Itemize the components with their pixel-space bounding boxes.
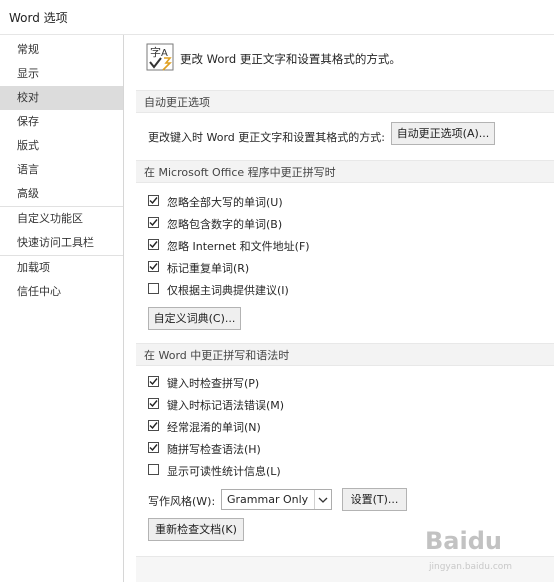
checkbox-box[interactable] <box>148 217 159 228</box>
proofing-abc-check-icon: 字 A <box>146 43 174 71</box>
checkbox-box[interactable] <box>148 195 159 206</box>
sidebar-item-display[interactable]: 显示 <box>0 62 123 86</box>
check-icon <box>149 444 158 452</box>
check-icon <box>149 197 158 205</box>
section-header-office: 在 Microsoft Office 程序中更正拼写时 <box>136 160 554 183</box>
sidebar-item-proofing[interactable]: 校对 <box>0 86 123 110</box>
checkbox-label: 显示可读性统计信息(L) <box>167 465 281 478</box>
proofing-panel: 字 A 更改 Word 更正文字和设置其格式的方式。 自动更正选项 更改键入时 … <box>124 35 554 582</box>
sidebar-item-advanced[interactable]: 高级 <box>0 182 123 206</box>
sidebar-item-addins[interactable]: 加载项 <box>0 255 123 280</box>
check-icon <box>149 378 158 386</box>
checkbox-label: 经常混淆的单词(N) <box>167 421 261 434</box>
checkbox-box[interactable] <box>148 261 159 272</box>
check-icon <box>149 241 158 249</box>
writing-style-value: Grammar Only <box>227 493 309 506</box>
checkbox-box[interactable] <box>148 398 159 409</box>
sidebar-item-language[interactable]: 语言 <box>0 158 123 182</box>
writing-style-label: 写作风格(W): <box>148 495 216 508</box>
sidebar-item-customize-ribbon[interactable]: 自定义功能区 <box>0 206 123 231</box>
autocorrect-options-button[interactable]: 自动更正选项(A)... <box>391 122 495 145</box>
checkbox-box[interactable] <box>148 376 159 387</box>
recheck-document-button[interactable]: 重新检查文档(K) <box>148 518 244 541</box>
check-icon <box>149 263 158 271</box>
watermark-logo: Baidu <box>425 527 502 555</box>
baidu-watermark: Baidu jingyan.baidu.com <box>425 527 550 577</box>
check-icon <box>149 422 158 430</box>
sidebar: 常规 显示 校对 保存 版式 语言 高级 自定义功能区 快速访问工具栏 加载项 … <box>0 35 124 582</box>
svg-text:字: 字 <box>150 45 161 59</box>
checkbox-box[interactable] <box>148 420 159 431</box>
checkbox-label: 随拼写检查语法(H) <box>167 443 261 456</box>
checkbox-label: 键入时检查拼写(P) <box>167 377 260 390</box>
checkbox-label: 键入时标记语法错误(M) <box>167 399 285 412</box>
checkbox-label: 仅根据主词典提供建议(I) <box>167 284 289 297</box>
checkbox-label: 忽略全部大写的单词(U) <box>167 196 283 209</box>
check-icon <box>149 219 158 227</box>
window-title: Word 选项 <box>9 11 68 25</box>
checkbox-box[interactable] <box>148 283 159 294</box>
section-header-autocorrect: 自动更正选项 <box>136 90 554 113</box>
chevron-down-icon[interactable] <box>314 490 331 509</box>
sidebar-item-quick-access[interactable]: 快速访问工具栏 <box>0 231 123 255</box>
autocorrect-label: 更改键入时 Word 更正文字和设置其格式的方式: <box>148 131 385 144</box>
writing-style-select[interactable]: Grammar Only <box>221 489 332 510</box>
sidebar-item-trust-center[interactable]: 信任中心 <box>0 280 123 304</box>
checkbox-box[interactable] <box>148 239 159 250</box>
section-header-word: 在 Word 中更正拼写和语法时 <box>136 343 554 366</box>
custom-dictionaries-button[interactable]: 自定义词典(C)... <box>148 307 241 330</box>
checkbox-label: 忽略包含数字的单词(B) <box>167 218 283 231</box>
sidebar-item-save[interactable]: 保存 <box>0 110 123 134</box>
intro-text: 更改 Word 更正文字和设置其格式的方式。 <box>180 52 401 66</box>
title-bar: Word 选项 <box>0 0 554 35</box>
checkbox-box[interactable] <box>148 464 159 475</box>
checkbox-label: 标记重复单词(R) <box>167 262 250 275</box>
check-icon <box>149 400 158 408</box>
checkbox-box[interactable] <box>148 442 159 453</box>
checkbox-label: 忽略 Internet 和文件地址(F) <box>167 240 310 253</box>
settings-button[interactable]: 设置(T)... <box>342 488 407 511</box>
sidebar-item-general[interactable]: 常规 <box>0 38 123 62</box>
watermark-url: jingyan.baidu.com <box>429 562 513 572</box>
sidebar-item-layout[interactable]: 版式 <box>0 134 123 158</box>
